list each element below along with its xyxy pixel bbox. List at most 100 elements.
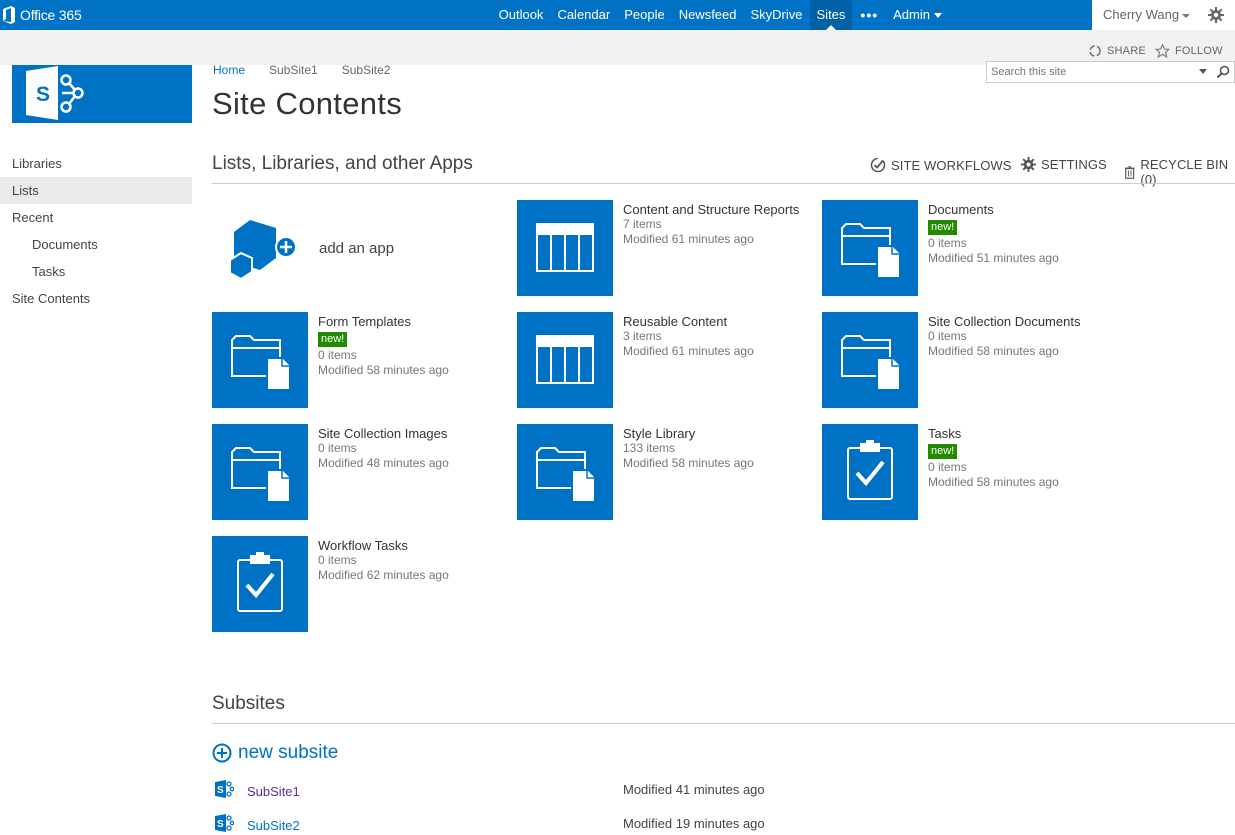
subsite-row: S SubSite1 Modified 41 minutes ago	[214, 780, 814, 802]
folder-tile-icon-box[interactable]	[822, 312, 918, 408]
tile-info: Site Collection Documents 0 items Modifi…	[928, 314, 1108, 359]
folder-icon	[231, 447, 291, 503]
subsite-link[interactable]: SubSite2	[247, 818, 300, 833]
app-tile: Content and Structure Reports 7 items Mo…	[517, 200, 807, 296]
tile-info: Style Library 133 items Modified 58 minu…	[623, 426, 803, 471]
tile-name[interactable]: Content and Structure Reports	[623, 202, 803, 217]
leftnav-recent[interactable]: Recent	[0, 204, 192, 231]
tile-info: Content and Structure Reports 7 items Mo…	[623, 202, 803, 247]
search-input[interactable]	[987, 62, 1187, 82]
tile-item-count: 0 items	[928, 460, 967, 474]
breadcrumb-subsite2[interactable]: SubSite2	[342, 63, 391, 77]
nav-sites-wrap: Sites	[809, 0, 853, 30]
settings-gear-icon[interactable]	[1208, 7, 1224, 23]
admin-menu[interactable]: Admin	[886, 0, 949, 30]
tile-name[interactable]: Reusable Content	[623, 314, 803, 329]
tile-item-count: 0 items	[928, 236, 967, 250]
new-subsite-label: new subsite	[238, 742, 339, 763]
leftnav-tasks[interactable]: Tasks	[0, 258, 192, 285]
folder-tile-icon-box[interactable]	[822, 200, 918, 296]
list-icon	[536, 335, 594, 384]
sharepoint-site-icon: S	[215, 814, 234, 832]
tile-info: Tasks new! 0 items Modified 58 minutes a…	[928, 426, 1108, 490]
sharepoint-site-icon: S	[215, 780, 234, 798]
folder-icon	[536, 447, 596, 503]
tile-name[interactable]: Site Collection Documents	[928, 314, 1108, 329]
suite-bar: Office 365 Outlook Calendar People Newsf…	[0, 0, 1235, 30]
svg-text:S: S	[36, 83, 50, 106]
folder-icon	[231, 335, 291, 391]
nav-newsfeed[interactable]: Newsfeed	[672, 0, 744, 30]
top-nav: Outlook Calendar People Newsfeed SkyDriv…	[492, 0, 949, 30]
tile-name[interactable]: Style Library	[623, 426, 803, 441]
office365-brand[interactable]: Office 365	[2, 5, 82, 25]
tasks-tile-icon-box[interactable]	[212, 536, 308, 632]
suite-bar-blue: Office 365 Outlook Calendar People Newsf…	[0, 0, 1092, 30]
office-logo-icon	[3, 6, 15, 24]
gear-icon	[1021, 157, 1036, 172]
site-workflows-button[interactable]: SITE WORKFLOWS	[870, 157, 1012, 173]
recycle-bin-icon	[1124, 165, 1135, 179]
add-app-icon	[229, 220, 297, 281]
app-tile: Style Library 133 items Modified 58 minu…	[517, 424, 807, 520]
user-menu[interactable]: Cherry Wang	[1103, 0, 1191, 30]
folder-tile-icon-box[interactable]	[212, 312, 308, 408]
breadcrumb-subsite1[interactable]: SubSite1	[269, 63, 318, 77]
subsite-link[interactable]: SubSite1	[247, 784, 300, 799]
tile-name[interactable]: Workflow Tasks	[318, 538, 498, 553]
folder-icon	[841, 223, 901, 279]
app-tile: Reusable Content 3 items Modified 61 min…	[517, 312, 807, 408]
nav-calendar[interactable]: Calendar	[550, 0, 617, 30]
nav-outlook[interactable]: Outlook	[492, 0, 551, 30]
clipboard-check-icon	[237, 552, 283, 612]
site-logo[interactable]: S	[12, 65, 192, 123]
leftnav-libraries[interactable]: Libraries	[0, 150, 192, 177]
more-ellipsis-icon[interactable]: •••	[852, 7, 886, 23]
tile-info: Workflow Tasks 0 items Modified 62 minut…	[318, 538, 498, 583]
chevron-down-icon	[934, 13, 942, 19]
leftnav-lists[interactable]: Lists	[0, 177, 192, 204]
add-app-tile[interactable]: add an app	[212, 200, 502, 296]
breadcrumb: Home SubSite1 SubSite2	[213, 63, 414, 77]
app-tile: Tasks new! 0 items Modified 58 minutes a…	[822, 424, 1112, 520]
settings-button[interactable]: SETTINGS	[1021, 157, 1107, 172]
tile-item-count: 0 items	[318, 441, 357, 455]
folder-icon	[841, 335, 901, 391]
breadcrumb-home[interactable]: Home	[213, 63, 245, 77]
search-icon[interactable]	[1216, 65, 1230, 79]
section-divider	[212, 183, 1235, 184]
tile-name[interactable]: Form Templates	[318, 314, 498, 329]
tile-name[interactable]: Documents	[928, 202, 1108, 217]
tile-name[interactable]: Tasks	[928, 426, 1108, 441]
folder-tile-icon-box[interactable]	[517, 424, 613, 520]
list-tile-icon-box[interactable]	[517, 200, 613, 296]
new-badge: new!	[928, 220, 958, 235]
quick-launch: Libraries Lists Recent Documents Tasks S…	[0, 150, 192, 312]
page-title: Site Contents	[212, 86, 403, 121]
subsites-divider	[212, 723, 1235, 724]
list-tile-icon-box[interactable]	[517, 312, 613, 408]
tile-item-count: 7 items	[623, 217, 662, 231]
tasks-tile-icon-box[interactable]	[822, 424, 918, 520]
follow-button[interactable]: FOLLOW	[1155, 44, 1223, 58]
follow-label: FOLLOW	[1175, 45, 1223, 57]
subsite-modified: Modified 19 minutes ago	[623, 816, 765, 831]
user-name: Cherry Wang	[1103, 7, 1180, 22]
app-tile: Site Collection Documents 0 items Modifi…	[822, 312, 1112, 408]
new-subsite-button[interactable]: new subsite	[212, 742, 338, 764]
leftnav-site-contents[interactable]: Site Contents	[0, 285, 192, 312]
nav-skydrive[interactable]: SkyDrive	[744, 0, 810, 30]
tile-info: Reusable Content 3 items Modified 61 min…	[623, 314, 803, 359]
search-scope-dropdown-icon[interactable]	[1199, 69, 1207, 74]
admin-label: Admin	[893, 7, 930, 22]
settings-label: SETTINGS	[1041, 157, 1107, 172]
tile-item-count: 0 items	[318, 553, 357, 567]
share-button[interactable]: SHARE	[1088, 44, 1146, 58]
brand-label: Office 365	[20, 7, 82, 23]
leftnav-documents[interactable]: Documents	[0, 231, 192, 258]
folder-tile-icon-box[interactable]	[212, 424, 308, 520]
nav-people[interactable]: People	[617, 0, 671, 30]
app-tile: Form Templates new! 0 items Modified 58 …	[212, 312, 502, 408]
tile-name[interactable]: Site Collection Images	[318, 426, 498, 441]
plus-circle-icon	[212, 743, 232, 763]
